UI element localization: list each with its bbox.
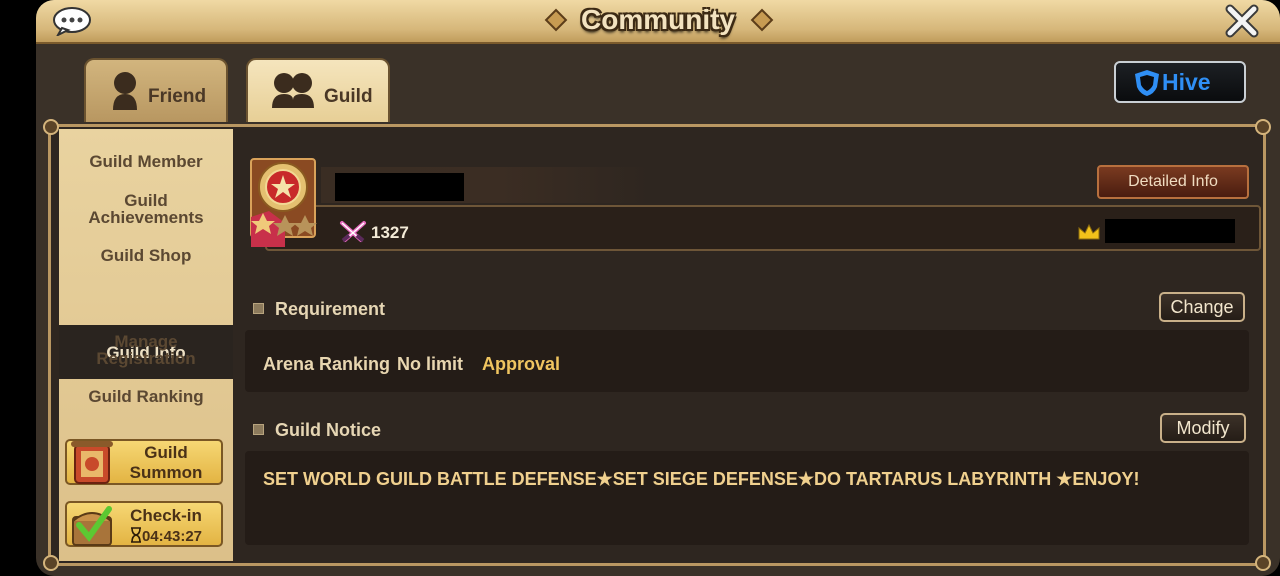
approval-status: Approval [482,354,561,374]
sidebar-item-guild-achievements[interactable]: Guild Achievements [86,192,206,226]
guild-sidebar: Guild Member Guild Achievements Guild Sh… [59,129,233,561]
guild-score: 1327 [371,223,409,242]
tab-friend[interactable]: Friend [84,58,228,122]
guild-summon-button[interactable]: Guild Summon [65,439,223,485]
requirement-title: Requirement [275,299,386,319]
guild-notice-box: SET WORLD GUILD BATTLE DEFENSE★SET SIEGE… [245,451,1249,545]
check-chest-icon [69,499,117,551]
panel-corner-ornament-icon [1255,555,1271,571]
check-in-button[interactable]: Check-in 04:43:27 [65,501,223,547]
hive-shield-icon [1134,69,1160,102]
sidebar-item-guild-member[interactable]: Guild Member [59,153,233,170]
sidebar-item-guild-shop[interactable]: Guild Shop [59,247,233,264]
guild-notice-text: SET WORLD GUILD BATTLE DEFENSE★SET SIEGE… [263,469,1140,489]
guild-notice-title: Guild Notice [275,420,382,440]
panel-corner-ornament-icon [43,119,59,135]
check-in-timer: 04:43:27 [115,526,217,548]
title-bar: Community [36,0,1280,44]
tab-guild-label: Guild [324,86,373,107]
content-panel: Guild Member Guild Achievements Guild Sh… [43,119,1271,571]
tab-friend-label: Friend [148,86,207,107]
tab-guild[interactable]: Guild [246,58,390,122]
hive-button[interactable]: Hive [1114,61,1246,103]
requirement-box: Arena Ranking No limit Approval [245,330,1249,392]
redacted-guild-master [1105,219,1235,243]
sidebar-item-manage-registration[interactable]: Manage Registration [86,333,206,367]
guild-emblem-icon [249,157,321,249]
person-icon [108,70,142,115]
arena-ranking-value: No limit [397,354,463,374]
check-in-label: Check-in [130,506,202,525]
notice-bullet-icon [253,424,264,435]
panel-corner-ornament-icon [43,555,59,571]
summon-scroll-icon [69,437,117,489]
crown-icon [1077,223,1101,246]
hive-label: Hive [1162,69,1211,95]
close-icon[interactable] [1224,3,1260,39]
sidebar-item-guild-ranking[interactable]: Guild Ranking [59,388,233,405]
arena-ranking-label: Arena Ranking [263,354,391,374]
guild-summon-label: Guild Summon [129,443,203,482]
check-in-timer-value: 04:43:27 [141,528,203,545]
requirement-bullet-icon [253,303,264,314]
panel-corner-ornament-icon [1255,119,1271,135]
window-title: Community [581,4,735,35]
crossed-swords-icon [339,220,367,249]
detailed-info-button[interactable]: Detailed Info [1097,165,1249,199]
change-button[interactable]: Change [1159,292,1245,322]
hourglass-icon [130,527,142,548]
modify-button[interactable]: Modify [1160,413,1246,443]
community-window: Community Friend Guild Hive Guild Member… [36,0,1280,576]
group-icon [270,70,316,115]
redacted-guild-name [335,173,464,201]
